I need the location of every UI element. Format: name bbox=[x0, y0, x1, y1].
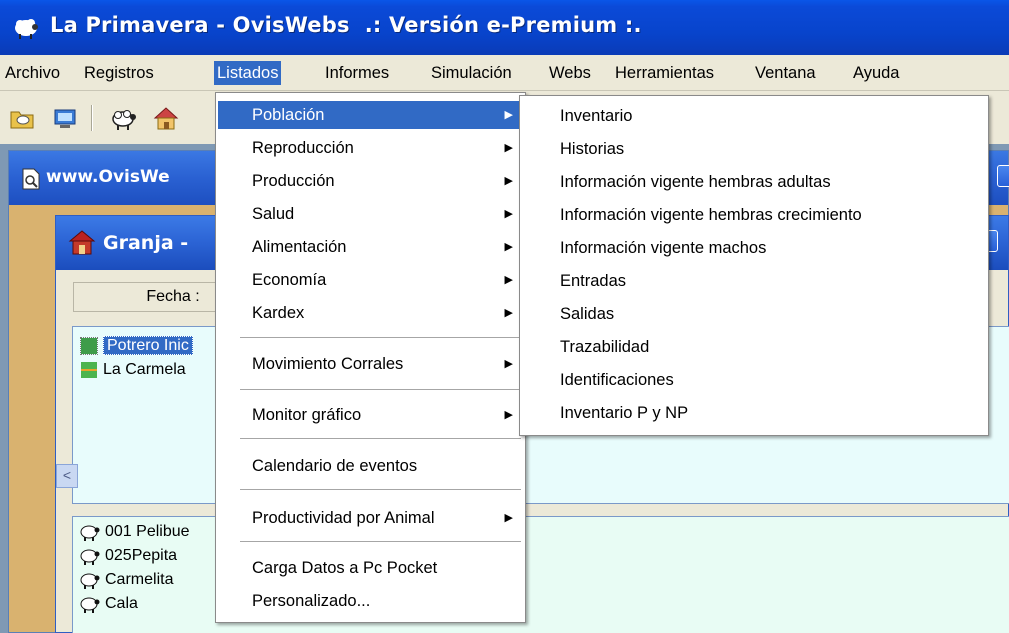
pasture-icon bbox=[81, 362, 97, 378]
poblacion-submenu: Inventario Historias Información vigente… bbox=[519, 95, 989, 436]
menu-archivo[interactable]: Archivo bbox=[2, 61, 63, 85]
sheep-icon[interactable] bbox=[110, 104, 138, 132]
outer-window-control-button[interactable] bbox=[997, 165, 1009, 187]
menu-webs[interactable]: Webs bbox=[546, 61, 594, 85]
menu-item-hembras-crecimiento[interactable]: Información vigente hembras crecimiento bbox=[522, 201, 986, 229]
submenu-arrow-icon: ▶ bbox=[504, 409, 513, 421]
submenu-arrow-icon: ▶ bbox=[504, 175, 513, 187]
menu-item-trazabilidad[interactable]: Trazabilidad bbox=[522, 333, 986, 361]
menu-item-economia[interactable]: Economía ▶ bbox=[218, 266, 523, 294]
menu-item-calendario-eventos[interactable]: Calendario de eventos bbox=[218, 452, 523, 480]
app-title-bar[interactable]: La Primavera - OvisWebs .: Versión e-Pre… bbox=[0, 0, 1009, 55]
menu-item-machos[interactable]: Información vigente machos bbox=[522, 234, 986, 262]
scroll-left-button[interactable]: < bbox=[56, 464, 78, 488]
menu-item-alimentacion[interactable]: Alimentación ▶ bbox=[218, 233, 523, 261]
menu-herramientas[interactable]: Herramientas bbox=[612, 61, 717, 85]
menu-ayuda[interactable]: Ayuda bbox=[850, 61, 903, 85]
submenu-arrow-icon: ▶ bbox=[504, 109, 513, 121]
app-title: La Primavera - OvisWebs .: Versión e-Pre… bbox=[50, 13, 642, 37]
menu-item-personalizado[interactable]: Personalizado... bbox=[218, 587, 523, 615]
sheep-icon bbox=[80, 597, 100, 613]
sheep-icon bbox=[80, 549, 100, 565]
sheep-icon bbox=[80, 525, 100, 541]
menu-item-entradas[interactable]: Entradas bbox=[522, 267, 986, 295]
submenu-arrow-icon: ▶ bbox=[504, 512, 513, 524]
menu-bar: Archivo Registros Listados Informes Simu… bbox=[0, 55, 1009, 91]
submenu-arrow-icon: ▶ bbox=[504, 307, 513, 319]
animals-list[interactable]: 001 Pelibue 025Pepita Carmelita Cala bbox=[72, 516, 1009, 633]
toolbar-separator bbox=[91, 105, 93, 131]
menu-item-historias[interactable]: Historias bbox=[522, 135, 986, 163]
list-item[interactable]: Cala bbox=[79, 593, 138, 633]
menu-simulacion[interactable]: Simulación bbox=[428, 61, 515, 85]
menu-separator bbox=[240, 541, 521, 542]
menu-separator bbox=[240, 438, 521, 439]
menu-separator bbox=[240, 489, 521, 490]
menu-item-monitor-grafico[interactable]: Monitor gráfico ▶ bbox=[218, 401, 523, 429]
menu-item-carga-datos-pocket[interactable]: Carga Datos a Pc Pocket bbox=[218, 554, 523, 582]
sheep-app-icon bbox=[15, 19, 38, 39]
menu-listados[interactable]: Listados bbox=[214, 61, 282, 85]
submenu-arrow-icon: ▶ bbox=[504, 358, 513, 370]
menu-item-produccion[interactable]: Producción ▶ bbox=[218, 167, 523, 195]
submenu-arrow-icon: ▶ bbox=[504, 142, 513, 154]
network-icon[interactable] bbox=[52, 104, 80, 132]
menu-separator bbox=[240, 337, 521, 338]
list-item[interactable]: Potrero Inic bbox=[80, 335, 193, 357]
menu-item-identificaciones[interactable]: Identificaciones bbox=[522, 366, 986, 394]
granja-window-title: Granja - bbox=[103, 232, 189, 254]
menu-item-salidas[interactable]: Salidas bbox=[522, 300, 986, 328]
listados-menu: Población ▶ Reproducción ▶ Producción ▶ Sal… bbox=[215, 92, 526, 623]
pasture-icon bbox=[80, 337, 98, 355]
list-item[interactable]: 025Pepita bbox=[79, 545, 177, 567]
list-item[interactable]: La Carmela bbox=[81, 359, 186, 381]
document-icon bbox=[22, 168, 40, 190]
sheep-icon bbox=[80, 573, 100, 589]
menu-item-kardex[interactable]: Kardex ▶ bbox=[218, 299, 523, 327]
menu-registros[interactable]: Registros bbox=[81, 61, 157, 85]
list-item[interactable]: Carmelita bbox=[79, 569, 173, 591]
menu-item-salud[interactable]: Salud ▶ bbox=[218, 200, 523, 228]
list-item[interactable]: 001 Pelibue bbox=[79, 521, 190, 543]
menu-item-inventario-p-np[interactable]: Inventario P y NP bbox=[522, 399, 986, 427]
menu-item-productividad-animal[interactable]: Productividad por Animal ▶ bbox=[218, 504, 523, 532]
menu-ventana[interactable]: Ventana bbox=[752, 61, 819, 85]
submenu-arrow-icon: ▶ bbox=[504, 274, 513, 286]
menu-separator bbox=[240, 389, 521, 390]
submenu-arrow-icon: ▶ bbox=[504, 241, 513, 253]
menu-item-inventario[interactable]: Inventario bbox=[522, 102, 986, 130]
menu-item-movimiento-corrales[interactable]: Movimiento Corrales ▶ bbox=[218, 350, 523, 378]
menu-item-reproduccion[interactable]: Reproducción ▶ bbox=[218, 134, 523, 162]
menu-informes[interactable]: Informes bbox=[322, 61, 392, 85]
menu-item-hembras-adultas[interactable]: Información vigente hembras adultas bbox=[522, 168, 986, 196]
menu-item-poblacion[interactable]: Población ▶ bbox=[218, 101, 523, 129]
outer-window-title: www.OvisWe bbox=[46, 167, 170, 187]
house-icon[interactable] bbox=[152, 104, 180, 132]
sheep-folder-icon[interactable] bbox=[8, 104, 36, 132]
submenu-arrow-icon: ▶ bbox=[504, 208, 513, 220]
barn-icon bbox=[68, 230, 96, 255]
